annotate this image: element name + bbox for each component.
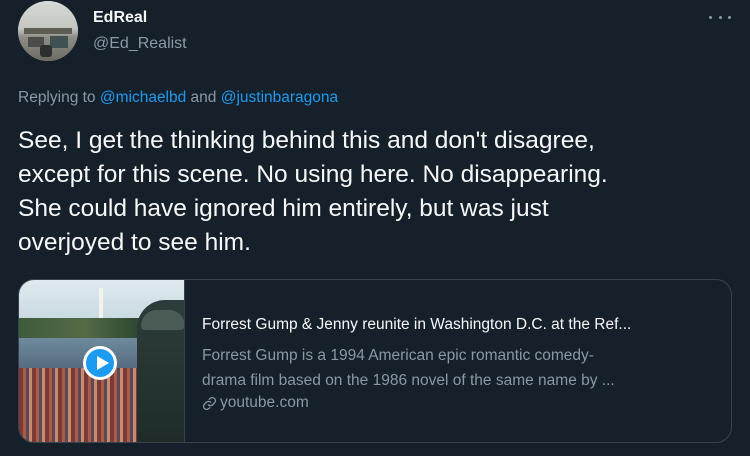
mention-link-justinbaragona[interactable]: @justinbaragona bbox=[221, 89, 338, 106]
author-display-name[interactable]: EdReal bbox=[93, 9, 147, 27]
card-title[interactable]: Forrest Gump & Jenny reunite in Washingt… bbox=[202, 316, 722, 334]
more-options-icon[interactable] bbox=[709, 10, 731, 24]
mention-link-michaelbd[interactable]: @michaelbd bbox=[100, 89, 186, 106]
tweet-text: See, I get the thinking behind this and … bbox=[18, 127, 608, 256]
link-preview-card[interactable]: Forrest Gump & Jenny reunite in Washingt… bbox=[18, 279, 732, 443]
avatar[interactable] bbox=[18, 1, 78, 61]
link-icon bbox=[202, 396, 217, 410]
tweet: EdReal @Ed_Realist Replying to @michaelb… bbox=[0, 0, 750, 456]
reply-prefix: Replying to bbox=[18, 89, 100, 106]
card-description: Forrest Gump is a 1994 American epic rom… bbox=[202, 343, 717, 393]
card-description-line: drama film based on the 1986 novel of th… bbox=[202, 372, 615, 389]
author-handle[interactable]: @Ed_Realist bbox=[93, 35, 187, 53]
card-source[interactable]: youtube.com bbox=[202, 394, 309, 412]
card-description-line: Forrest Gump is a 1994 American epic rom… bbox=[202, 347, 594, 364]
video-thumbnail[interactable] bbox=[19, 280, 185, 442]
card-source-domain: youtube.com bbox=[220, 394, 309, 411]
reply-context: Replying to @michaelbd and @justinbarago… bbox=[18, 89, 338, 107]
play-icon[interactable] bbox=[83, 346, 117, 380]
reply-joiner: and bbox=[186, 89, 221, 106]
